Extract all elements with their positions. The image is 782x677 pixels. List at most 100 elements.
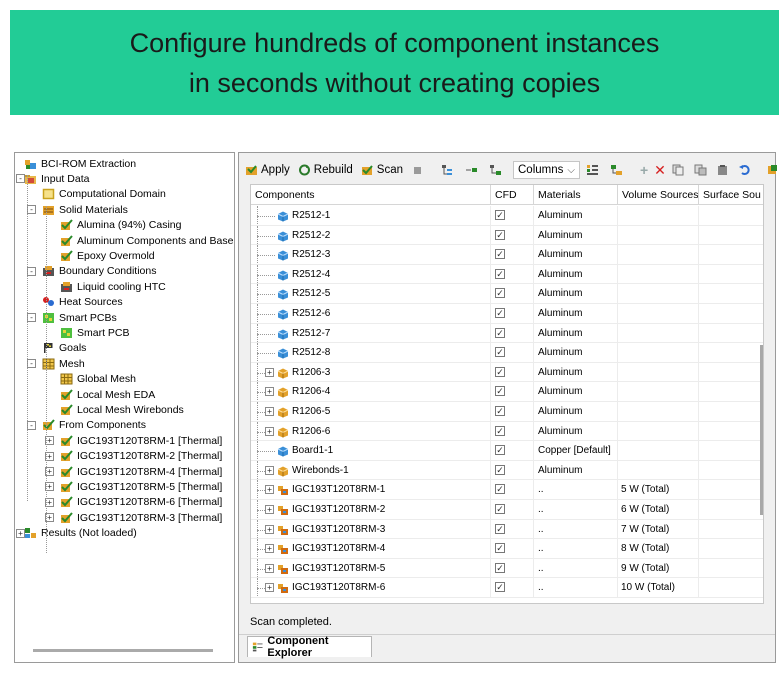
table-row[interactable]: R2512-2 ✓ Aluminum (251, 225, 763, 246)
expand-toggle-icon[interactable]: + (265, 426, 274, 436)
cfd-checkbox[interactable]: ✓ (495, 308, 505, 318)
cfd-checkbox[interactable]: ✓ (495, 484, 505, 495)
surface-source-cell[interactable] (699, 245, 763, 264)
material-cell[interactable]: .. (534, 480, 618, 500)
column-header-cfd[interactable]: CFD (491, 185, 534, 205)
cfd-checkbox[interactable]: ✓ (495, 210, 505, 220)
cfd-checkbox[interactable]: ✓ (495, 386, 505, 397)
expand-toggle-icon[interactable]: + (265, 367, 274, 377)
surface-source-cell[interactable] (699, 304, 763, 323)
volume-source-cell[interactable] (618, 343, 699, 363)
table-row[interactable]: + IGC193T120T8RM-3 ✓.. 7 W (Total) (251, 519, 763, 540)
volume-source-cell[interactable] (618, 402, 699, 421)
material-cell[interactable]: Aluminum (534, 323, 618, 343)
cfd-checkbox[interactable]: ✓ (495, 562, 505, 573)
volume-source-cell[interactable]: 8 W (Total) (618, 539, 699, 559)
paste-button[interactable] (716, 164, 732, 176)
scan-button[interactable]: Scan (361, 164, 403, 176)
apply-button[interactable]: Apply (245, 164, 290, 176)
tree-item[interactable]: Mesh (42, 356, 85, 371)
tree-item[interactable]: Smart PCB (60, 325, 130, 340)
expand-all-button[interactable] (441, 164, 457, 176)
expand-toggle-icon[interactable]: + (265, 524, 274, 534)
collapse-toggle-icon[interactable]: - (27, 420, 36, 430)
tree-item[interactable]: Solid Materials (42, 202, 128, 217)
material-cell[interactable]: Aluminum (534, 362, 618, 382)
collapse-all-button[interactable] (465, 164, 481, 176)
column-header-components[interactable]: Components (251, 185, 491, 205)
tree-item[interactable]: Global Mesh (60, 372, 136, 387)
tree-item[interactable]: IGC193T120T8RM-2 [Thermal] (60, 449, 222, 464)
cfd-checkbox[interactable]: ✓ (495, 347, 505, 358)
cfd-checkbox[interactable]: ✓ (495, 268, 505, 279)
table-row[interactable]: + R1206-3 ✓ Aluminum (251, 362, 763, 383)
surface-source-cell[interactable] (699, 363, 763, 382)
table-row[interactable]: Board1-1 ✓ Copper [Default] (251, 441, 763, 461)
table-row[interactable]: R2512-7 ✓ Aluminum (251, 323, 763, 344)
cfd-checkbox[interactable]: ✓ (495, 504, 505, 514)
material-cell[interactable]: Aluminum (534, 284, 618, 304)
cfd-checkbox[interactable]: ✓ (495, 327, 505, 338)
volume-source-cell[interactable]: 10 W (Total) (618, 578, 699, 598)
table-row[interactable]: R2512-6 ✓ Aluminum (251, 304, 763, 324)
expand-toggle-icon[interactable]: + (265, 583, 274, 593)
tree-item[interactable]: Input Data (24, 171, 89, 186)
tree-item[interactable]: IGC193T120T8RM-3 [Thermal] (60, 510, 222, 525)
tree-item[interactable]: Smart PCBs (42, 310, 117, 325)
table-row[interactable]: R2512-8 ✓ Aluminum (251, 343, 763, 363)
table-row[interactable]: + IGC193T120T8RM-4 ✓.. 8 W (Total) (251, 539, 763, 559)
material-cell[interactable]: Aluminum (534, 382, 618, 402)
volume-source-cell[interactable] (618, 362, 699, 382)
material-cell[interactable]: Aluminum (534, 245, 618, 265)
volume-source-cell[interactable]: 7 W (Total) (618, 519, 699, 539)
flat-view-button[interactable] (489, 164, 505, 176)
table-row[interactable]: + IGC193T120T8RM-5 ✓.. 9 W (Total) (251, 558, 763, 579)
surface-source-cell[interactable] (699, 206, 763, 225)
surface-source-cell[interactable] (699, 559, 763, 578)
collapse-toggle-icon[interactable]: - (27, 205, 36, 215)
material-cell[interactable]: Aluminum (534, 304, 618, 323)
material-cell[interactable]: .. (534, 558, 618, 578)
volume-source-cell[interactable] (618, 206, 699, 225)
table-row[interactable]: + R1206-4 ✓ Aluminum (251, 382, 763, 402)
copy-button[interactable] (672, 164, 688, 176)
cfd-checkbox[interactable]: ✓ (495, 582, 505, 593)
surface-source-cell[interactable] (699, 441, 763, 460)
volume-source-cell[interactable] (618, 382, 699, 402)
table-row[interactable]: + Wirebonds-1 ✓ Aluminum (251, 460, 763, 481)
material-cell[interactable]: Aluminum (534, 402, 618, 421)
tree-item[interactable]: IGC193T120T8RM-1 [Thermal] (60, 433, 222, 448)
tree-item[interactable]: Computational Domain (42, 187, 166, 202)
volume-source-cell[interactable] (618, 304, 699, 323)
tree-horizontal-scrollbar[interactable] (33, 649, 213, 652)
expand-toggle-icon[interactable]: + (265, 387, 274, 397)
undo-button[interactable] (738, 164, 754, 176)
cfd-checkbox[interactable]: ✓ (495, 406, 505, 416)
volume-source-cell[interactable] (618, 421, 699, 441)
collapse-toggle-icon[interactable]: - (27, 266, 36, 276)
cfd-checkbox[interactable]: ✓ (495, 445, 505, 456)
tree-item[interactable]: From Components (42, 418, 146, 433)
surface-source-cell[interactable] (699, 265, 763, 284)
material-cell[interactable]: Copper [Default] (534, 441, 618, 461)
surface-source-cell[interactable] (699, 461, 763, 480)
tree-item[interactable]: Liquid cooling HTC (60, 279, 166, 294)
column-header-materials[interactable]: Materials (534, 185, 618, 205)
table-row[interactable]: R2512-4 ✓ Aluminum (251, 264, 763, 285)
volume-source-cell[interactable]: 6 W (Total) (618, 500, 699, 519)
table-row[interactable]: + IGC193T120T8RM-1 ✓.. 5 W (Total) (251, 480, 763, 500)
volume-source-cell[interactable] (618, 225, 699, 245)
collapse-toggle-icon[interactable]: - (27, 313, 36, 322)
volume-source-cell[interactable]: 5 W (Total) (618, 480, 699, 500)
surface-source-cell[interactable] (699, 402, 763, 421)
material-cell[interactable]: Aluminum (534, 460, 618, 480)
surface-source-cell[interactable] (699, 382, 763, 401)
column-header-surface-sources[interactable]: Surface Sou (699, 185, 763, 205)
columns-dropdown[interactable]: Columns ⌵ (513, 161, 580, 179)
tree-item[interactable]: Aluminum Components and Base (60, 233, 233, 248)
tree-item[interactable]: Goals (42, 341, 86, 356)
expand-toggle-icon[interactable]: + (265, 544, 274, 554)
table-row[interactable]: R2512-1 ✓ Aluminum (251, 206, 763, 226)
material-cell[interactable]: Aluminum (534, 421, 618, 441)
surface-source-cell[interactable] (699, 500, 763, 519)
